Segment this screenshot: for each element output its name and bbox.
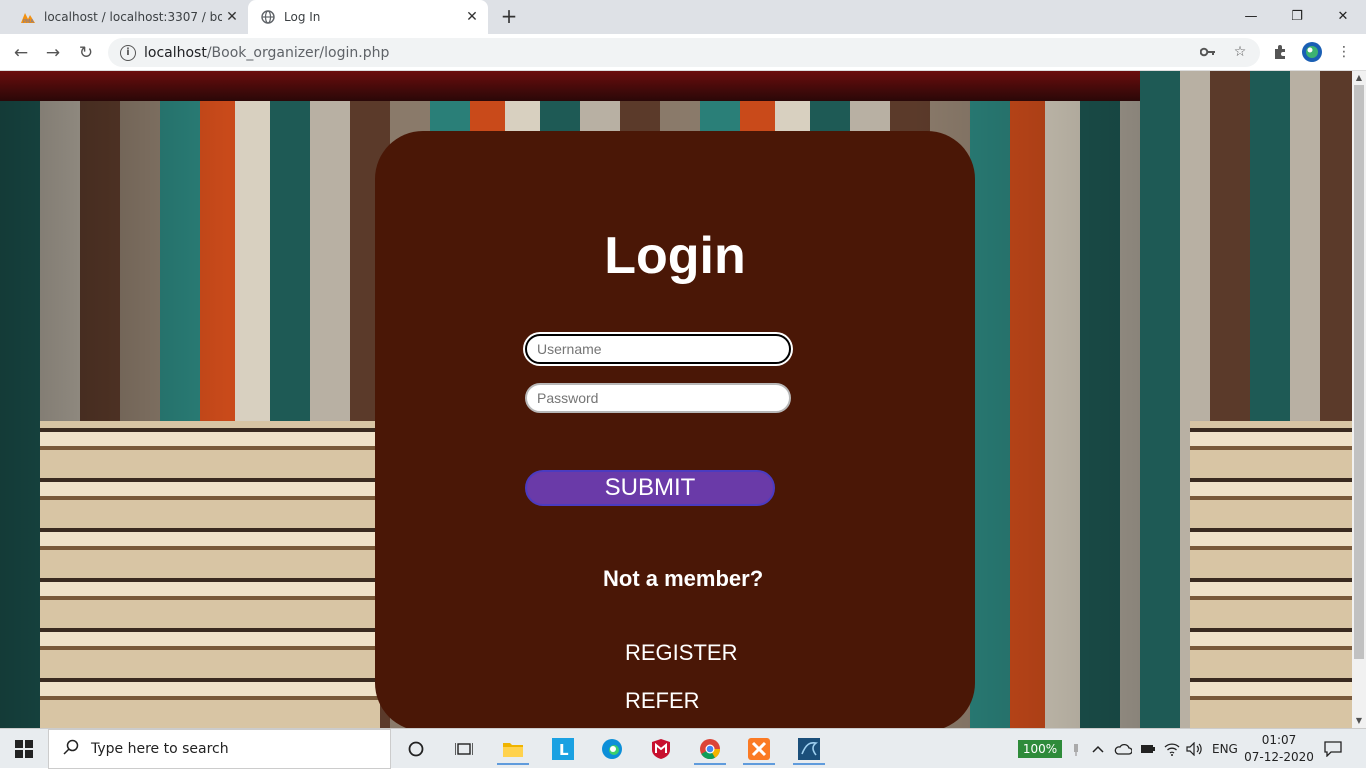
system-clock[interactable]: 01:07 07-12-2020 <box>1244 732 1314 766</box>
mcafee-icon[interactable] <box>645 733 677 765</box>
forward-icon[interactable]: → <box>40 40 66 66</box>
chrome-icon[interactable] <box>694 733 726 765</box>
task-view-icon[interactable] <box>448 733 480 765</box>
search-placeholder: Type here to search <box>91 741 229 757</box>
tab-title: localhost / localhost:3307 / book <box>44 10 222 24</box>
submit-button[interactable]: SUBMIT <box>525 470 775 506</box>
cortana-icon[interactable] <box>400 733 432 765</box>
volume-icon[interactable] <box>1186 729 1204 769</box>
clock-time: 01:07 <box>1261 733 1297 747</box>
username-input[interactable] <box>525 334 791 364</box>
battery-status-badge[interactable]: 100% <box>1018 740 1062 758</box>
extensions-icon[interactable] <box>1270 42 1290 62</box>
xampp-icon[interactable] <box>743 733 775 765</box>
minimize-icon[interactable]: — <box>1228 0 1274 32</box>
new-tab-icon[interactable]: + <box>498 6 520 28</box>
clock-date: 07-12-2020 <box>1244 750 1314 764</box>
browser-tab-bar: PMA localhost / localhost:3307 / book ✕ … <box>0 0 1366 34</box>
tab-title: Log In <box>284 10 321 24</box>
profile-avatar[interactable] <box>1302 42 1322 62</box>
file-explorer-icon[interactable] <box>497 733 529 765</box>
site-info-icon[interactable]: i <box>120 44 136 61</box>
page-viewport: Login SUBMIT Not a member? REGISTER REFE… <box>0 71 1352 728</box>
url-host: localhost <box>144 44 207 61</box>
taskbar-search-box[interactable]: Type here to search <box>48 729 391 769</box>
book-stack-image <box>40 421 380 728</box>
password-input[interactable] <box>525 383 791 413</box>
restore-icon[interactable]: ❐ <box>1274 0 1320 32</box>
background-shelf <box>0 71 1140 101</box>
globe-icon <box>260 9 276 25</box>
active-indicator <box>793 763 825 765</box>
login-card: Login SUBMIT Not a member? REGISTER REFE… <box>375 131 975 728</box>
url-path: /Book_organizer/login.php <box>206 44 390 61</box>
scroll-up-icon[interactable]: ▲ <box>1352 71 1366 85</box>
register-link[interactable]: REGISTER <box>625 640 737 666</box>
power-plug-icon[interactable] <box>1072 729 1080 769</box>
tab-login[interactable]: Log In ✕ <box>248 0 488 34</box>
tab-close-icon[interactable]: ✕ <box>222 9 242 25</box>
refer-link[interactable]: REFER <box>625 688 700 714</box>
login-title: Login <box>604 227 746 285</box>
page-scrollbar[interactable]: ▲ ▼ <box>1352 71 1366 728</box>
active-indicator <box>694 763 726 765</box>
action-center-notification-icon[interactable] <box>1324 729 1342 769</box>
language-indicator[interactable]: ENG <box>1212 729 1238 769</box>
tab-phpmyadmin[interactable]: PMA localhost / localhost:3307 / book ✕ <box>8 0 248 34</box>
browser-toolbar: ← → ↻ i localhost/Book_organizer/login.p… <box>0 34 1366 71</box>
windows-start-icon[interactable] <box>0 729 48 769</box>
svg-text:PMA: PMA <box>23 19 34 24</box>
phpmyadmin-icon: PMA <box>20 9 36 25</box>
close-window-icon[interactable]: ✕ <box>1320 0 1366 32</box>
book-stack-image-repeat <box>1190 421 1352 728</box>
reload-icon[interactable]: ↻ <box>73 40 99 66</box>
tab-close-icon[interactable]: ✕ <box>462 9 482 25</box>
search-icon <box>63 739 83 759</box>
key-icon[interactable] <box>1198 42 1218 62</box>
battery-icon[interactable] <box>1140 729 1156 769</box>
show-hidden-icons-chevron-up-icon[interactable] <box>1092 729 1104 769</box>
menu-dots-icon[interactable]: ⋮ <box>1334 42 1354 62</box>
not-member-text: Not a member? <box>603 566 764 591</box>
mysql-workbench-icon[interactable] <box>793 733 825 765</box>
l-app-icon[interactable]: L <box>547 733 579 765</box>
wifi-icon[interactable] <box>1164 729 1180 769</box>
windows-taskbar: Type here to search L 100% ENG 01:07 07-… <box>0 728 1366 769</box>
address-bar[interactable]: i localhost/Book_organizer/login.php <box>108 38 1260 67</box>
bookmark-star-icon[interactable]: ☆ <box>1230 42 1250 62</box>
edge-icon[interactable] <box>596 733 628 765</box>
active-indicator <box>497 763 529 765</box>
back-icon[interactable]: ← <box>8 40 34 66</box>
scrollbar-thumb[interactable] <box>1354 85 1364 659</box>
active-indicator <box>743 763 775 765</box>
svg-text:L: L <box>559 741 569 759</box>
onedrive-cloud-icon[interactable] <box>1114 729 1132 769</box>
scroll-down-icon[interactable]: ▼ <box>1352 714 1366 728</box>
